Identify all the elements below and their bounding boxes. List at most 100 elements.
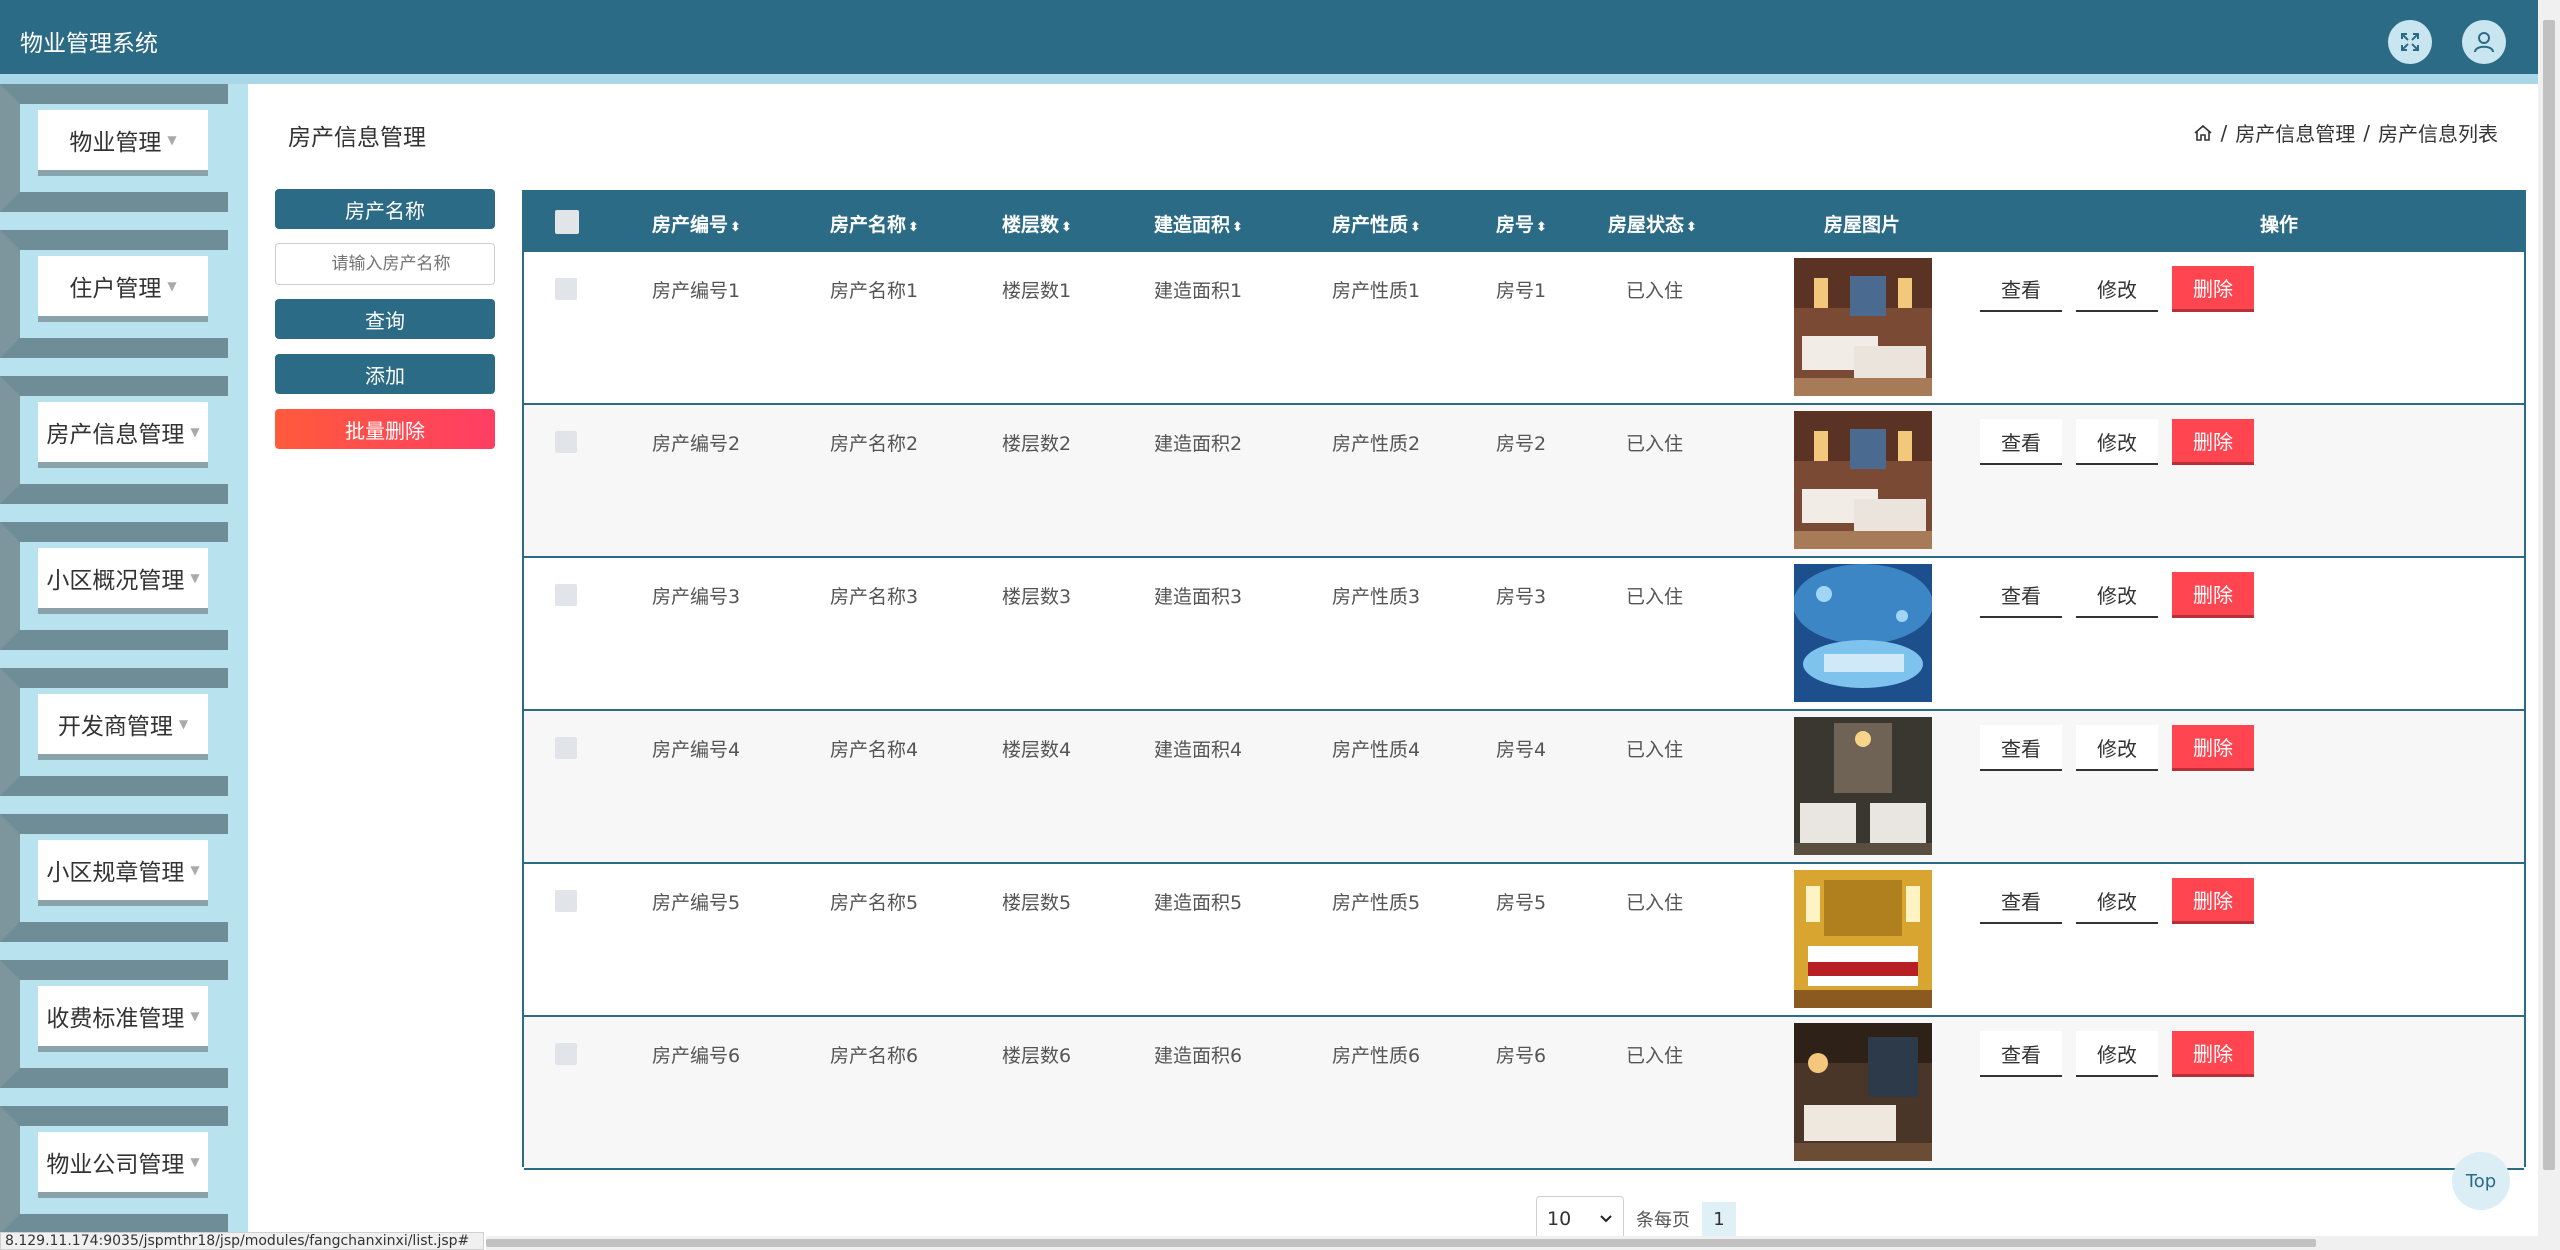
header-name[interactable]: 房产名称 ⬍ — [830, 210, 919, 237]
sidebar-item-community-rules[interactable]: 小区规章管理 ▼ — [0, 814, 248, 942]
delete-button[interactable]: 删除 — [2172, 266, 2254, 312]
row-checkbox[interactable] — [555, 431, 577, 453]
sidebar-item-button[interactable]: 小区概况管理 ▼ — [38, 548, 208, 608]
select-all-checkbox[interactable] — [555, 210, 579, 234]
breadcrumb-item: 房产信息列表 — [2378, 122, 2498, 146]
app-header: 物业管理系统 — [0, 0, 2538, 74]
page-number-current[interactable]: 1 — [1702, 1202, 1736, 1236]
sidebar-item-label: 收费标准管理 — [46, 1006, 185, 1032]
edit-button[interactable]: 修改 — [2076, 1031, 2158, 1077]
view-button[interactable]: 查看 — [1980, 1031, 2062, 1077]
fullscreen-button[interactable] — [2388, 20, 2432, 64]
sidebar-item-fee-standards[interactable]: 收费标准管理 ▼ — [0, 960, 248, 1088]
search-input[interactable] — [275, 243, 495, 285]
sidebar-item-housing-info[interactable]: 房产信息管理 ▼ — [0, 376, 248, 504]
user-button[interactable] — [2462, 20, 2506, 64]
sidebar-item-button[interactable]: 房产信息管理 ▼ — [38, 402, 208, 462]
sidebar-item-residents[interactable]: 住户管理 ▼ — [0, 230, 248, 358]
cell-area: 建造面积3 — [1154, 586, 1243, 608]
query-button[interactable]: 查询 — [275, 299, 495, 339]
delete-button[interactable]: 删除 — [2172, 725, 2254, 771]
header-label: 建造面积 — [1154, 214, 1231, 236]
sidebar-item-button[interactable]: 开发商管理 ▼ — [38, 694, 208, 754]
breadcrumb-item[interactable]: 房产信息管理 — [2235, 118, 2355, 147]
page-title: 房产信息管理 — [288, 125, 426, 151]
caret-down-icon: ▼ — [167, 133, 177, 147]
view-button[interactable]: 查看 — [1980, 725, 2062, 771]
horizontal-scrollbar[interactable] — [486, 1236, 2538, 1250]
sort-icon: ⬍ — [730, 220, 741, 235]
sidebar-item-label: 小区规章管理 — [46, 860, 185, 886]
batch-delete-button[interactable]: 批量删除 — [275, 409, 495, 449]
cell-room: 房号4 — [1496, 739, 1547, 761]
delete-button[interactable]: 删除 — [2172, 419, 2254, 465]
cell-name: 房产名称1 — [830, 280, 919, 302]
sort-icon: ⬍ — [1232, 220, 1243, 235]
sidebar-item-button[interactable]: 住户管理 ▼ — [38, 256, 208, 316]
sidebar-item-community-overview[interactable]: 小区概况管理 ▼ — [0, 522, 248, 650]
row-checkbox[interactable] — [555, 278, 577, 300]
view-button[interactable]: 查看 — [1980, 266, 2062, 312]
house-photo[interactable] — [1794, 717, 1932, 855]
sidebar-item-button[interactable]: 小区规章管理 ▼ — [38, 840, 208, 900]
cell-nature: 房产性质6 — [1332, 1045, 1421, 1067]
header-label: 房号 — [1496, 214, 1535, 236]
row-checkbox[interactable] — [555, 737, 577, 759]
status-url: 8.129.11.174:9035/jspmthr18/jsp/modules/… — [0, 1232, 484, 1250]
view-button[interactable]: 查看 — [1980, 572, 2062, 618]
table-row: 房产编号2 房产名称2 楼层数2 建造面积2 房产性质2 房号2 已入住 查看 … — [524, 405, 2524, 558]
cell-nature: 房产性质3 — [1332, 586, 1421, 608]
cell-name: 房产名称2 — [830, 433, 919, 455]
sidebar-item-button[interactable]: 物业管理 ▼ — [38, 110, 208, 170]
row-checkbox[interactable] — [555, 1043, 577, 1065]
cell-area: 建造面积4 — [1154, 739, 1243, 761]
scrollbar-thumb[interactable] — [2543, 20, 2555, 1170]
header-nature[interactable]: 房产性质 ⬍ — [1332, 210, 1421, 237]
delete-button[interactable]: 删除 — [2172, 878, 2254, 924]
cell-floors: 楼层数3 — [1002, 586, 1072, 608]
header-room[interactable]: 房号 ⬍ — [1496, 210, 1547, 237]
sidebar-item-button[interactable]: 物业公司管理 ▼ — [38, 1132, 208, 1192]
sidebar-item-developers[interactable]: 开发商管理 ▼ — [0, 668, 248, 796]
sort-icon: ⬍ — [1536, 220, 1547, 235]
view-button[interactable]: 查看 — [1980, 878, 2062, 924]
table-row: 房产编号1 房产名称1 楼层数1 建造面积1 房产性质1 房号1 已入住 查看 … — [524, 252, 2524, 405]
edit-button[interactable]: 修改 — [2076, 725, 2158, 771]
sidebar-item-button[interactable]: 收费标准管理 ▼ — [38, 986, 208, 1046]
caret-down-icon: ▼ — [178, 717, 189, 731]
edit-button[interactable]: 修改 — [2076, 878, 2158, 924]
scrollbar-thumb[interactable] — [486, 1239, 2316, 1247]
row-checkbox[interactable] — [555, 890, 577, 912]
sort-icon: ⬍ — [1410, 220, 1421, 235]
cell-name: 房产名称5 — [830, 892, 919, 914]
header-floors[interactable]: 楼层数 ⬍ — [1002, 210, 1072, 237]
house-photo[interactable] — [1794, 258, 1932, 396]
row-checkbox[interactable] — [555, 584, 577, 606]
add-button[interactable]: 添加 — [275, 354, 495, 394]
vertical-scrollbar[interactable] — [2538, 0, 2560, 1250]
house-photo[interactable] — [1794, 411, 1932, 549]
home-icon[interactable] — [2193, 123, 2213, 143]
back-to-top-button[interactable]: Top — [2452, 1152, 2510, 1210]
sidebar-item-property-company[interactable]: 物业公司管理 ▼ — [0, 1106, 248, 1234]
caret-down-icon: ▼ — [167, 279, 177, 293]
edit-button[interactable]: 修改 — [2076, 266, 2158, 312]
breadcrumb-separator: / — [2363, 120, 2370, 145]
header-area[interactable]: 建造面积 ⬍ — [1154, 210, 1243, 237]
house-photo[interactable] — [1794, 870, 1932, 1008]
delete-button[interactable]: 删除 — [2172, 572, 2254, 618]
header-label: 房产性质 — [1332, 214, 1409, 236]
header-status[interactable]: 房屋状态 ⬍ — [1608, 210, 1697, 237]
edit-button[interactable]: 修改 — [2076, 572, 2158, 618]
cell-room: 房号1 — [1496, 280, 1547, 302]
delete-button[interactable]: 删除 — [2172, 1031, 2254, 1077]
table-row: 房产编号3 房产名称3 楼层数3 建造面积3 房产性质3 房号3 已入住 查看 … — [524, 558, 2524, 711]
house-photo[interactable] — [1794, 564, 1932, 702]
cell-status: 已入住 — [1626, 433, 1684, 455]
sidebar-item-property[interactable]: 物业管理 ▼ — [0, 84, 248, 212]
cell-room: 房号5 — [1496, 892, 1547, 914]
view-button[interactable]: 查看 — [1980, 419, 2062, 465]
house-photo[interactable] — [1794, 1023, 1932, 1161]
header-code[interactable]: 房产编号 ⬍ — [652, 210, 741, 237]
edit-button[interactable]: 修改 — [2076, 419, 2158, 465]
